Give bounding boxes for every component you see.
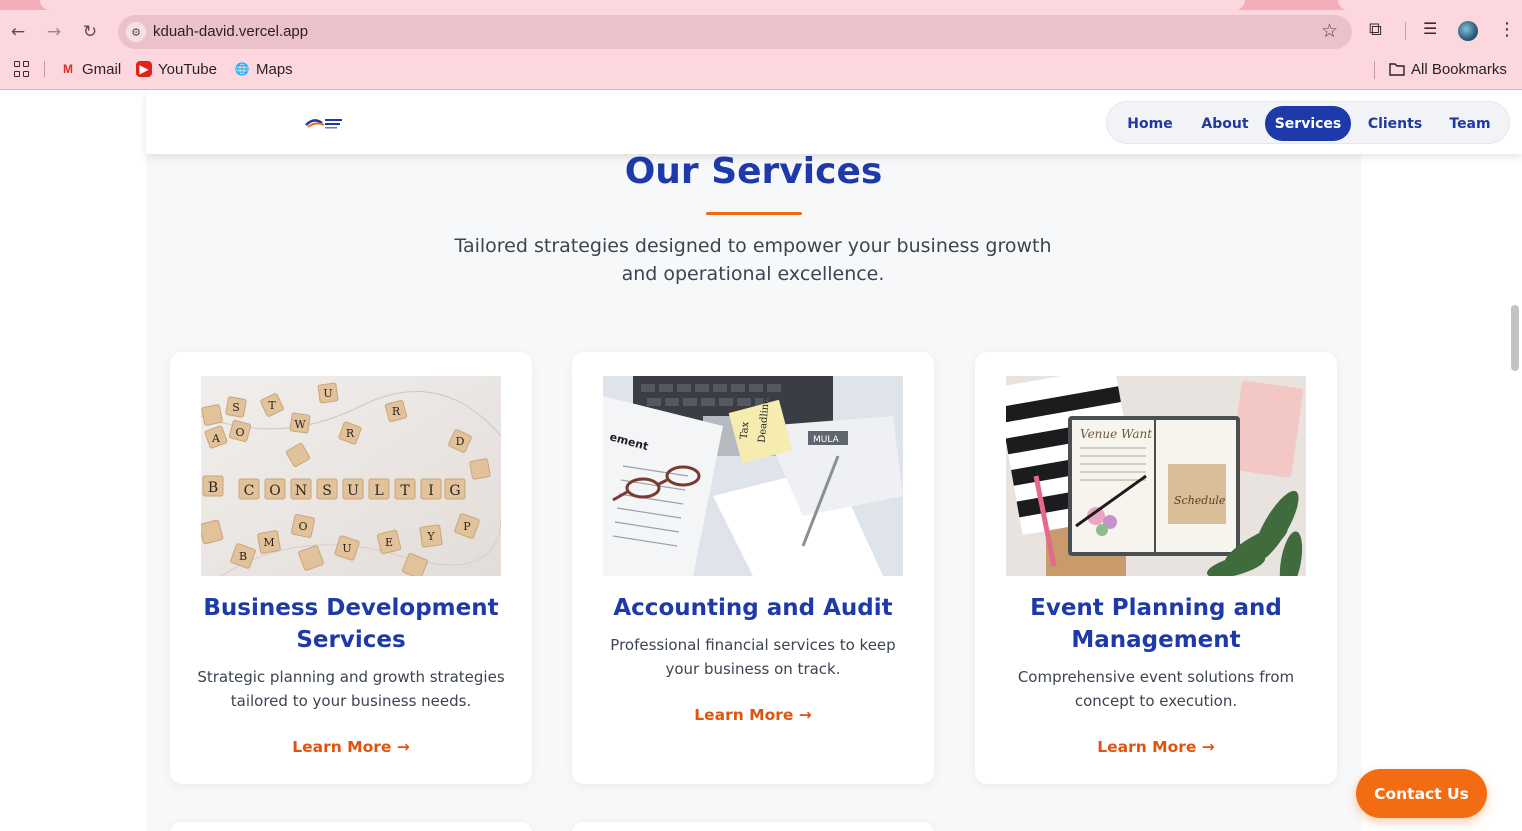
svg-text:G: G (449, 483, 460, 499)
svg-text:O: O (269, 483, 280, 499)
svg-text:C: C (244, 483, 255, 499)
svg-text:U: U (347, 483, 359, 499)
card-description: Strategic planning and growth strategies… (197, 668, 505, 710)
address-bar[interactable]: ⚙ kduah-david.vercel.app ☆ (118, 15, 1352, 49)
learn-more-link[interactable]: Learn More → (975, 738, 1337, 756)
bookmark-star-icon[interactable]: ☆ (1321, 20, 1338, 42)
back-icon[interactable]: ← (6, 20, 30, 44)
nav-services[interactable]: Services (1265, 106, 1351, 141)
service-card-event-planning: Venue Want Schedule Event Planning and M… (975, 352, 1337, 784)
svg-text:P: P (463, 520, 471, 533)
card-description: Professional financial services to keep … (610, 636, 896, 678)
company-logo[interactable] (304, 115, 344, 131)
svg-text:Venue Want: Venue Want (1080, 427, 1152, 441)
svg-text:U: U (342, 542, 351, 555)
browser-chrome: ← → ↻ ⚙ kduah-david.vercel.app ☆ ⧉ ☰ ⋮ M… (0, 0, 1522, 90)
all-bookmarks-label: All Bookmarks (1411, 60, 1507, 78)
service-card-accounting-audit: ement MULA Tax Deadline Accounting and A… (572, 352, 934, 784)
svg-text:N: N (295, 483, 307, 499)
maps-icon: 🌐 (234, 62, 250, 76)
svg-text:A: A (211, 432, 221, 445)
svg-text:R: R (392, 405, 401, 418)
svg-text:R: R (346, 427, 355, 440)
card-title: Event Planning and Management (1030, 595, 1282, 653)
youtube-icon: ▶ (136, 61, 152, 77)
event-planning-image: Venue Want Schedule (1006, 376, 1306, 576)
profile-avatar[interactable] (1458, 21, 1478, 41)
bookmark-gmail[interactable]: M Gmail (60, 57, 121, 81)
site-header: Home About Services Clients Team (146, 91, 1522, 154)
service-card-partial (572, 822, 934, 831)
svg-text:I: I (428, 483, 434, 499)
menu-kebab-icon[interactable]: ⋮ (1498, 19, 1516, 40)
nav-team[interactable]: Team (1437, 106, 1503, 141)
scrollbar-thumb[interactable] (1511, 305, 1519, 371)
forward-icon[interactable]: → (42, 20, 66, 44)
svg-text:Tax: Tax (739, 421, 752, 440)
svg-text:T: T (268, 399, 276, 412)
reload-icon[interactable]: ↻ (78, 20, 102, 44)
svg-text:O: O (235, 426, 244, 439)
site-info-icon[interactable]: ⚙ (126, 22, 146, 42)
bookmarks-bar: M Gmail ▶ YouTube 🌐 Maps All Bookmarks (0, 57, 1522, 81)
consulting-tiles-image: B C O N S U L T I G S A O T W U R R D B M O U E Y (201, 376, 501, 576)
contact-us-button[interactable]: Contact Us (1356, 769, 1487, 818)
svg-text:Y: Y (426, 530, 435, 543)
section-title: Our Services (624, 151, 883, 192)
nav-about[interactable]: About (1189, 106, 1261, 141)
learn-more-link[interactable]: Learn More → (170, 738, 532, 756)
bookmark-youtube[interactable]: ▶ YouTube (136, 57, 217, 81)
page-scrollbar[interactable] (1508, 91, 1522, 831)
tab-strip-right (1338, 0, 1522, 10)
svg-text:M: M (263, 536, 274, 549)
toolbar-divider (1405, 22, 1406, 40)
svg-text:W: W (294, 418, 306, 431)
service-card-partial (170, 822, 532, 831)
bookmark-maps[interactable]: 🌐 Maps (234, 57, 293, 81)
nav-home[interactable]: Home (1115, 106, 1185, 141)
bookmarks-right-divider (1374, 61, 1375, 79)
svg-text:B: B (208, 480, 218, 496)
svg-text:S: S (232, 401, 240, 414)
extensions-icon[interactable]: ⧉ (1369, 19, 1382, 40)
svg-text:S: S (322, 483, 332, 499)
svg-text:Schedule: Schedule (1174, 494, 1226, 507)
section-subtitle: Tailored strategies designed to empower … (454, 235, 1052, 285)
svg-text:B: B (239, 550, 247, 563)
bookmark-label: Maps (256, 60, 293, 78)
card-title: Business Development Services (203, 595, 499, 653)
all-bookmarks[interactable]: All Bookmarks (1389, 57, 1507, 81)
tax-deadline-image: ement MULA Tax Deadline (603, 376, 903, 576)
url-text[interactable]: kduah-david.vercel.app (153, 23, 308, 40)
folder-icon (1389, 61, 1405, 77)
page-viewport: Home About Services Clients Team Our Ser… (0, 91, 1522, 831)
svg-text:U: U (323, 387, 332, 400)
tab-strip (0, 0, 1522, 10)
svg-text:E: E (385, 536, 393, 549)
gmail-icon: M (63, 62, 73, 76)
svg-text:O: O (298, 520, 307, 533)
svg-text:MULA: MULA (813, 435, 840, 445)
main-nav: Home About Services Clients Team (1106, 101, 1510, 144)
media-controls-icon[interactable]: ☰ (1423, 19, 1437, 38)
bookmark-label: YouTube (158, 60, 217, 78)
active-tab[interactable] (40, 0, 1245, 10)
bookmark-label: Gmail (82, 60, 122, 78)
card-description: Comprehensive event solutions from conce… (1017, 668, 1295, 710)
service-card-business-development: B C O N S U L T I G S A O T W U R R D B M O U E Y (170, 352, 532, 784)
svg-text:L: L (374, 483, 383, 499)
title-underline (706, 212, 802, 215)
card-title: Accounting and Audit (613, 595, 893, 621)
nav-clients[interactable]: Clients (1357, 106, 1433, 141)
svg-text:T: T (400, 483, 410, 499)
learn-more-link[interactable]: Learn More → (572, 706, 934, 724)
svg-text:D: D (456, 435, 465, 448)
